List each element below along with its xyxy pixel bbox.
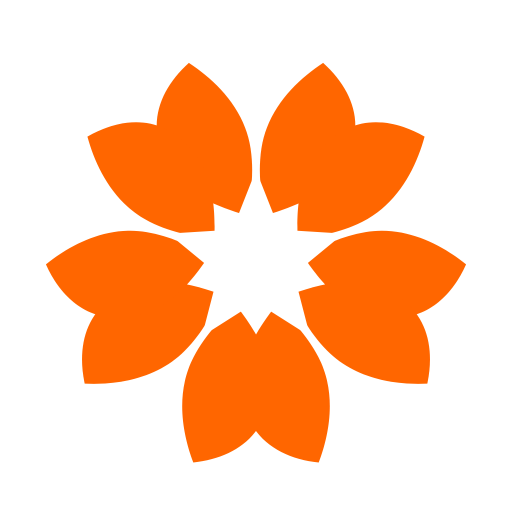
canvas — [0, 0, 512, 512]
star-flower-icon — [45, 62, 467, 463]
